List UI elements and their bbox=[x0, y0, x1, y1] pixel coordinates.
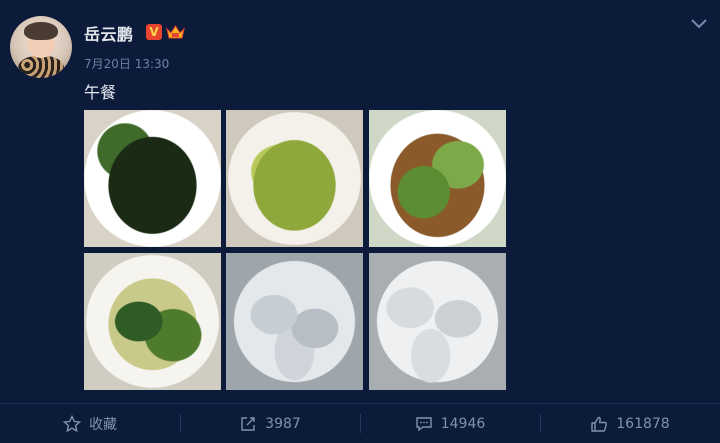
action-bar: 收藏 3987 14946 161878 bbox=[0, 404, 720, 443]
like-button[interactable]: 161878 bbox=[540, 404, 720, 443]
post-text: 午餐 bbox=[84, 83, 117, 102]
comment-count: 14946 bbox=[440, 415, 486, 432]
verified-badge-icon[interactable]: V bbox=[146, 24, 162, 40]
comment-button[interactable]: 14946 bbox=[360, 404, 540, 443]
photo-grid bbox=[84, 110, 506, 390]
photo-4[interactable] bbox=[84, 253, 221, 390]
like-count: 161878 bbox=[616, 415, 670, 432]
favorite-button[interactable]: 收藏 bbox=[0, 404, 180, 443]
post-timestamp[interactable]: 7月20日 13:30 bbox=[84, 55, 169, 72]
photo-5[interactable] bbox=[226, 253, 363, 390]
repost-button[interactable]: 3987 bbox=[180, 404, 360, 443]
photo-3[interactable] bbox=[369, 110, 506, 247]
photo-2[interactable] bbox=[226, 110, 363, 247]
crown-badge-icon[interactable] bbox=[166, 24, 185, 40]
share-icon bbox=[241, 416, 255, 431]
comment-icon bbox=[416, 416, 432, 431]
avatar[interactable] bbox=[10, 16, 72, 78]
chevron-down-icon[interactable] bbox=[690, 16, 708, 30]
username[interactable]: 岳云鹏 bbox=[84, 21, 134, 45]
favorite-label: 收藏 bbox=[89, 416, 117, 433]
photo-6[interactable] bbox=[369, 253, 506, 390]
star-icon bbox=[63, 414, 81, 432]
photo-1[interactable] bbox=[84, 110, 221, 247]
thumbs-up-icon bbox=[591, 416, 608, 432]
repost-count: 3987 bbox=[265, 415, 301, 432]
